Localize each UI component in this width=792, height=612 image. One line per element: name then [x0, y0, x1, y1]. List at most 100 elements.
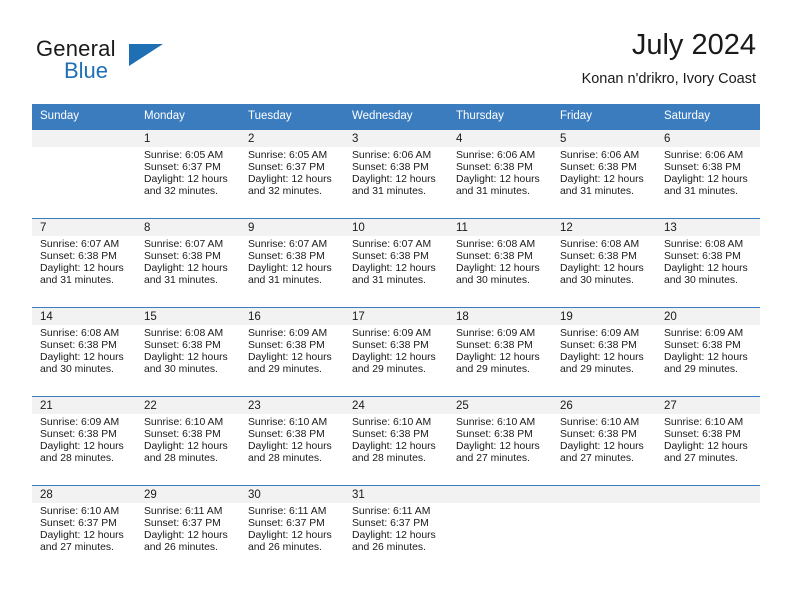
- sunset-text: Sunset: 6:37 PM: [40, 518, 117, 530]
- sunrise-text: Sunrise: 6:05 AM: [248, 150, 328, 161]
- day-number: 15: [136, 308, 240, 325]
- day-cell-content: 19 Sunrise: 6:09 AM Sunset: 6:38 PM Dayligh…: [552, 308, 656, 396]
- daylight-text-line2: and 29 minutes.: [248, 364, 322, 376]
- sunrise-text: Sunrise: 6:10 AM: [248, 417, 328, 428]
- sunrise-text: Sunrise: 6:09 AM: [248, 328, 328, 339]
- daylight-text-line1: Daylight: 12 hours: [144, 441, 228, 453]
- brand-logo[interactable]: General Blue: [36, 36, 236, 88]
- calendar-day-cell[interactable]: 6 Sunrise: 6:06 AM Sunset: 6:38 PM Daylight…: [656, 129, 760, 219]
- day-number: 1: [136, 130, 240, 147]
- calendar-day-cell[interactable]: 12 Sunrise: 6:08 AM Sunset: 6:38 PM Dayligh…: [552, 218, 656, 308]
- daylight-text-line2: and 27 minutes.: [456, 453, 530, 465]
- calendar-day-cell[interactable]: 3 Sunrise: 6:06 AM Sunset: 6:38 PM Daylight…: [344, 129, 448, 219]
- calendar-day-cell[interactable]: 27 Sunrise: 6:10 AM Sunset: 6:38 PM Dayligh…: [656, 396, 760, 486]
- day-details: Sunrise: 6:09 AM Sunset: 6:38 PM Daylight:…: [448, 325, 552, 376]
- day-number: 16: [240, 308, 344, 325]
- calendar-day-cell[interactable]: [656, 485, 760, 574]
- day-details: Sunrise: 6:07 AM Sunset: 6:38 PM Daylight:…: [344, 236, 448, 287]
- weekday-header-thursday: Thursday: [448, 104, 552, 130]
- calendar-day-cell[interactable]: 5 Sunrise: 6:06 AM Sunset: 6:38 PM Daylight…: [552, 129, 656, 219]
- day-details: Sunrise: 6:09 AM Sunset: 6:38 PM Daylight:…: [32, 414, 136, 465]
- daylight-text-line1: Daylight: 12 hours: [248, 441, 332, 453]
- calendar-day-cell[interactable]: 14 Sunrise: 6:08 AM Sunset: 6:38 PM Dayligh…: [32, 307, 136, 397]
- day-cell-content: 28 Sunrise: 6:10 AM Sunset: 6:37 PM Dayligh…: [32, 486, 136, 574]
- calendar-week-row: 1 Sunrise: 6:05 AM Sunset: 6:37 PM Daylight…: [32, 129, 760, 219]
- day-cell-content: 7 Sunrise: 6:07 AM Sunset: 6:38 PM Daylight…: [32, 219, 136, 307]
- day-cell-content: 16 Sunrise: 6:09 AM Sunset: 6:38 PM Dayligh…: [240, 308, 344, 396]
- sunrise-text: Sunrise: 6:11 AM: [352, 506, 431, 517]
- day-details: Sunrise: 6:08 AM Sunset: 6:38 PM Daylight:…: [656, 236, 760, 287]
- page-header: General Blue July 2024 Konan n'drikro, I…: [0, 0, 792, 103]
- calendar-day-cell[interactable]: 29 Sunrise: 6:11 AM Sunset: 6:37 PM Dayligh…: [136, 485, 240, 574]
- sunrise-text: Sunrise: 6:11 AM: [144, 506, 223, 517]
- calendar-day-cell[interactable]: 25 Sunrise: 6:10 AM Sunset: 6:38 PM Dayligh…: [448, 396, 552, 486]
- daylight-text-line1: Daylight: 12 hours: [664, 352, 748, 364]
- calendar-day-cell[interactable]: 18 Sunrise: 6:09 AM Sunset: 6:38 PM Dayligh…: [448, 307, 552, 397]
- daylight-text-line1: Daylight: 12 hours: [144, 530, 228, 542]
- day-details: Sunrise: 6:09 AM Sunset: 6:38 PM Daylight:…: [344, 325, 448, 376]
- calendar-day-cell[interactable]: 7 Sunrise: 6:07 AM Sunset: 6:38 PM Daylight…: [32, 218, 136, 308]
- calendar-day-cell[interactable]: [552, 485, 656, 574]
- calendar-day-cell[interactable]: [448, 485, 552, 574]
- calendar-day-cell[interactable]: 20 Sunrise: 6:09 AM Sunset: 6:38 PM Dayligh…: [656, 307, 760, 397]
- daylight-text-line2: and 31 minutes.: [40, 275, 114, 287]
- calendar-page: General Blue July 2024 Konan n'drikro, I…: [0, 0, 792, 612]
- calendar-week-row: 14 Sunrise: 6:08 AM Sunset: 6:38 PM Dayligh…: [32, 307, 760, 397]
- day-details: Sunrise: 6:11 AM Sunset: 6:37 PM Daylight:…: [344, 503, 448, 554]
- weekday-header-wednesday: Wednesday: [344, 104, 448, 130]
- day-details: Sunrise: 6:07 AM Sunset: 6:38 PM Daylight:…: [240, 236, 344, 287]
- calendar-day-cell[interactable]: 9 Sunrise: 6:07 AM Sunset: 6:38 PM Daylight…: [240, 218, 344, 308]
- sunset-text: Sunset: 6:38 PM: [248, 429, 325, 441]
- calendar-day-cell[interactable]: 8 Sunrise: 6:07 AM Sunset: 6:38 PM Daylight…: [136, 218, 240, 308]
- daylight-text-line2: and 30 minutes.: [664, 275, 738, 287]
- calendar-day-cell[interactable]: 1 Sunrise: 6:05 AM Sunset: 6:37 PM Daylight…: [136, 129, 240, 219]
- sunrise-text: Sunrise: 6:09 AM: [456, 328, 536, 339]
- calendar-day-cell[interactable]: 11 Sunrise: 6:08 AM Sunset: 6:38 PM Dayligh…: [448, 218, 552, 308]
- daylight-text-line1: Daylight: 12 hours: [560, 174, 644, 186]
- calendar-body: 1 Sunrise: 6:05 AM Sunset: 6:37 PM Daylight…: [32, 129, 760, 574]
- calendar-day-cell[interactable]: 30 Sunrise: 6:11 AM Sunset: 6:37 PM Dayligh…: [240, 485, 344, 574]
- calendar-header-row: Sunday Monday Tuesday Wednesday Thursday…: [32, 104, 760, 130]
- calendar-day-cell[interactable]: 10 Sunrise: 6:07 AM Sunset: 6:38 PM Dayligh…: [344, 218, 448, 308]
- day-number: 10: [344, 219, 448, 236]
- day-cell-content: [656, 486, 760, 574]
- day-cell-content: 15 Sunrise: 6:08 AM Sunset: 6:38 PM Dayligh…: [136, 308, 240, 396]
- sunrise-text: Sunrise: 6:08 AM: [144, 328, 224, 339]
- calendar-day-cell[interactable]: 24 Sunrise: 6:10 AM Sunset: 6:38 PM Dayligh…: [344, 396, 448, 486]
- calendar-day-cell[interactable]: 16 Sunrise: 6:09 AM Sunset: 6:38 PM Dayligh…: [240, 307, 344, 397]
- daylight-text-line1: Daylight: 12 hours: [352, 441, 436, 453]
- calendar-day-cell[interactable]: 23 Sunrise: 6:10 AM Sunset: 6:38 PM Dayligh…: [240, 396, 344, 486]
- daylight-text-line2: and 28 minutes.: [144, 453, 218, 465]
- sunrise-text: Sunrise: 6:08 AM: [664, 239, 744, 250]
- sunset-text: Sunset: 6:38 PM: [456, 162, 533, 174]
- sunset-text: Sunset: 6:38 PM: [40, 340, 117, 352]
- calendar-day-cell[interactable]: 13 Sunrise: 6:08 AM Sunset: 6:38 PM Dayligh…: [656, 218, 760, 308]
- calendar-day-cell[interactable]: 19 Sunrise: 6:09 AM Sunset: 6:38 PM Dayligh…: [552, 307, 656, 397]
- calendar-day-cell[interactable]: 31 Sunrise: 6:11 AM Sunset: 6:37 PM Dayligh…: [344, 485, 448, 574]
- sunset-text: Sunset: 6:38 PM: [40, 251, 117, 263]
- sunrise-text: Sunrise: 6:07 AM: [352, 239, 432, 250]
- calendar-day-cell[interactable]: 21 Sunrise: 6:09 AM Sunset: 6:38 PM Dayligh…: [32, 396, 136, 486]
- day-details: Sunrise: 6:06 AM Sunset: 6:38 PM Daylight:…: [448, 147, 552, 198]
- day-number: 7: [32, 219, 136, 236]
- calendar-day-cell[interactable]: [32, 129, 136, 219]
- sunset-text: Sunset: 6:38 PM: [248, 251, 325, 263]
- sunset-text: Sunset: 6:38 PM: [248, 340, 325, 352]
- calendar-day-cell[interactable]: 28 Sunrise: 6:10 AM Sunset: 6:37 PM Dayligh…: [32, 485, 136, 574]
- day-details: Sunrise: 6:08 AM Sunset: 6:38 PM Daylight:…: [136, 325, 240, 376]
- calendar-day-cell[interactable]: 15 Sunrise: 6:08 AM Sunset: 6:38 PM Dayligh…: [136, 307, 240, 397]
- day-cell-content: 23 Sunrise: 6:10 AM Sunset: 6:38 PM Dayligh…: [240, 397, 344, 485]
- sunset-text: Sunset: 6:37 PM: [144, 518, 221, 530]
- calendar-day-cell[interactable]: 2 Sunrise: 6:05 AM Sunset: 6:37 PM Daylight…: [240, 129, 344, 219]
- calendar-table: Sunday Monday Tuesday Wednesday Thursday…: [32, 104, 760, 574]
- calendar-day-cell[interactable]: 22 Sunrise: 6:10 AM Sunset: 6:38 PM Dayligh…: [136, 396, 240, 486]
- sunrise-text: Sunrise: 6:07 AM: [40, 239, 120, 250]
- day-details: Sunrise: 6:08 AM Sunset: 6:38 PM Daylight:…: [32, 325, 136, 376]
- sunrise-text: Sunrise: 6:06 AM: [456, 150, 536, 161]
- calendar-day-cell[interactable]: 26 Sunrise: 6:10 AM Sunset: 6:38 PM Dayligh…: [552, 396, 656, 486]
- calendar-day-cell[interactable]: 4 Sunrise: 6:06 AM Sunset: 6:38 PM Daylight…: [448, 129, 552, 219]
- calendar-day-cell[interactable]: 17 Sunrise: 6:09 AM Sunset: 6:38 PM Dayligh…: [344, 307, 448, 397]
- sunset-text: Sunset: 6:38 PM: [144, 251, 221, 263]
- daylight-text-line2: and 31 minutes.: [248, 275, 322, 287]
- day-details: Sunrise: 6:11 AM Sunset: 6:37 PM Daylight:…: [136, 503, 240, 554]
